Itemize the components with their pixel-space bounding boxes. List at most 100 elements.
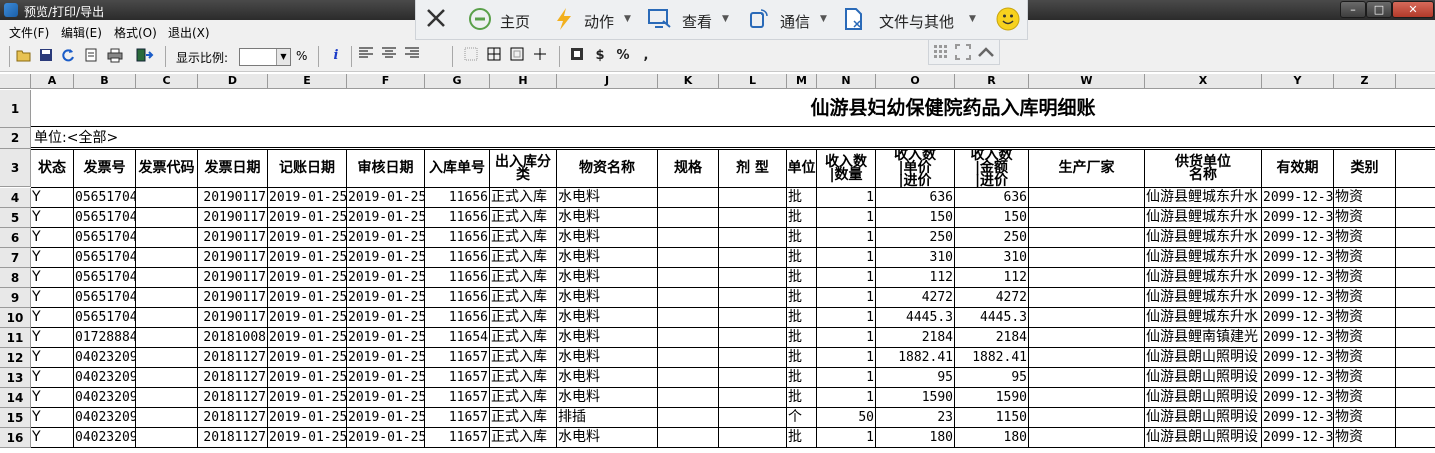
percent-icon[interactable]: % [614,47,632,65]
file-and-more-label[interactable]: 文件与其他 [879,11,954,32]
lightning-icon[interactable] [552,7,576,31]
table-cell[interactable] [658,308,719,328]
table-cell[interactable]: 11656 [425,208,490,228]
table-cell[interactable]: 1 [817,388,876,408]
table-cell[interactable]: 20190117 [198,308,268,328]
table-cell[interactable] [658,188,719,208]
table-cell[interactable]: 11657 [425,388,490,408]
table-cell[interactable]: 水电料 [557,208,658,228]
table-cell[interactable] [1029,268,1145,288]
table-cell[interactable]: 20190117 [198,268,268,288]
table-cell[interactable]: 4445.3 [876,308,955,328]
table-cell[interactable]: 正式入库 [490,328,557,348]
file-icon[interactable] [842,7,866,31]
table-cell[interactable]: 4272 [955,288,1029,308]
table-cell[interactable]: 2019-01-25 [347,328,425,348]
table-cell[interactable]: 20181127 [198,348,268,368]
table-cell[interactable]: 物资 [1334,328,1396,348]
table-cell[interactable]: 180 [955,428,1029,448]
table-cell[interactable]: 95 [876,368,955,388]
row-number[interactable]: 15 [0,408,31,428]
table-cell[interactable] [136,268,198,288]
table-cell[interactable] [136,208,198,228]
table-cell[interactable]: 物资 [1334,208,1396,228]
table-cell[interactable]: 2019-01-25 [347,288,425,308]
table-cell[interactable]: 仙游县鲤城东升水 [1145,228,1262,248]
column-letter[interactable]: O [876,74,955,89]
table-cell[interactable]: 2019-01-25 [268,268,347,288]
table-cell[interactable]: 11656 [425,268,490,288]
table-cell[interactable]: 150 [955,208,1029,228]
table-cell[interactable]: 仙游县鲤城东升水 [1145,268,1262,288]
table-cell[interactable]: 仙游县朗山照明设 [1145,408,1262,428]
table-cell[interactable]: Y [31,288,74,308]
column-letter[interactable]: C [136,74,198,89]
column-letter[interactable]: J [557,74,658,89]
table-cell[interactable] [1396,348,1435,368]
table-cell[interactable] [136,248,198,268]
table-cell[interactable]: 11656 [425,308,490,328]
table-cell[interactable]: 仙游县朗山照明设 [1145,388,1262,408]
table-cell[interactable]: 2019-01-25 [268,368,347,388]
table-cell[interactable]: 2099-12-31 [1262,268,1334,288]
column-letter[interactable]: K [658,74,719,89]
close-window-button[interactable]: ✕ [1392,1,1434,18]
table-cell[interactable]: 150 [876,208,955,228]
table-cell[interactable]: 正式入库 [490,268,557,288]
column-letter[interactable] [1396,74,1435,89]
table-cell[interactable]: 11657 [425,408,490,428]
table-cell[interactable] [1396,188,1435,208]
table-cell[interactable]: 04023209 [74,428,136,448]
table-cell[interactable]: 批 [787,348,817,368]
table-cell[interactable]: 20181127 [198,368,268,388]
table-cell[interactable]: 20181127 [198,408,268,428]
table-cell[interactable]: 2019-01-25 [347,368,425,388]
table-cell[interactable]: 05651704 [74,208,136,228]
table-cell[interactable] [719,188,787,208]
table-cell[interactable]: 物资 [1334,428,1396,448]
table-cell[interactable]: 2019-01-25 [268,308,347,328]
table-cell[interactable]: 1 [817,248,876,268]
table-cell[interactable]: 2099-12-31 [1262,228,1334,248]
table-cell[interactable]: 11654 [425,328,490,348]
table-cell[interactable]: 2099-12-31 [1262,208,1334,228]
print-icon[interactable] [106,47,124,65]
table-cell[interactable]: 批 [787,328,817,348]
table-cell[interactable]: 2019-01-25 [347,248,425,268]
table-cell[interactable] [1396,328,1435,348]
column-letter[interactable]: A [31,74,74,89]
table-cell[interactable] [658,348,719,368]
table-cell[interactable] [719,208,787,228]
table-cell[interactable]: 1 [817,208,876,228]
row-number[interactable]: 7 [0,248,31,268]
table-cell[interactable] [719,228,787,248]
column-letter[interactable]: L [719,74,787,89]
save-icon[interactable] [37,47,55,65]
table-cell[interactable]: 20190117 [198,188,268,208]
table-cell[interactable] [719,268,787,288]
table-cell[interactable] [1029,308,1145,328]
table-cell[interactable]: 04023209 [74,388,136,408]
home-icon[interactable] [468,7,492,31]
table-cell[interactable] [658,208,719,228]
table-cell[interactable]: 2019-01-25 [347,228,425,248]
table-cell[interactable]: 11656 [425,288,490,308]
number-format-icon[interactable] [568,47,586,65]
minimize-button[interactable]: – [1340,1,1366,18]
no-border-icon[interactable] [462,47,480,65]
table-cell[interactable]: 05651704 [74,268,136,288]
table-cell[interactable]: 2019-01-25 [347,388,425,408]
table-cell[interactable]: 05651704 [74,248,136,268]
table-cell[interactable]: 05651704 [74,228,136,248]
table-cell[interactable]: 11656 [425,188,490,208]
table-cell[interactable] [719,368,787,388]
row-number[interactable]: 8 [0,268,31,288]
table-cell[interactable] [1396,228,1435,248]
row-number[interactable]: 14 [0,388,31,408]
table-cell[interactable]: 2019-01-25 [268,288,347,308]
table-cell[interactable] [719,388,787,408]
table-cell[interactable] [658,388,719,408]
menu-exit[interactable]: 退出(X) [168,24,210,41]
table-cell[interactable]: 水电料 [557,188,658,208]
table-cell[interactable] [1029,248,1145,268]
